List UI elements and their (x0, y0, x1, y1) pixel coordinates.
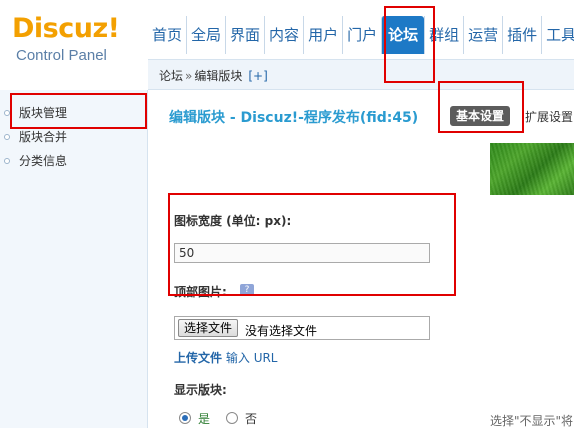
nav-item-content[interactable]: 内容 (264, 16, 303, 54)
sidebar-item-label: 版块合并 (19, 130, 68, 144)
upload-mode-links: 上传文件 输入 URL (174, 349, 278, 366)
nav-item-global[interactable]: 全局 (186, 16, 225, 54)
nav-item-plugins[interactable]: 插件 (502, 16, 541, 54)
nav-item-portal[interactable]: 门户 (342, 16, 381, 54)
breadcrumb-item-edit: 编辑版块 (194, 69, 243, 83)
file-status-text: 没有选择文件 (245, 324, 318, 338)
sidebar-item-forum-merge[interactable]: 版块合并 (0, 126, 148, 148)
sidebar-item-thread-types[interactable]: 分类信息 (0, 150, 148, 172)
highlight-tab-basic (438, 81, 524, 133)
tab-extended-settings[interactable]: 扩展设置 (525, 108, 573, 125)
file-upload-field[interactable]: 选择文件 没有选择文件 (174, 316, 430, 340)
add-shortcut-link[interactable]: [+] (248, 69, 267, 83)
sidebar-item-label: 分类信息 (19, 154, 68, 168)
breadcrumb-item-forum[interactable]: 论坛 (159, 69, 183, 83)
bullet-icon (4, 134, 10, 140)
choose-file-button[interactable]: 选择文件 (178, 319, 239, 337)
sidebar: 版块管理 版块合并 分类信息 (0, 90, 148, 428)
highlight-icon-width (168, 193, 456, 296)
highlight-nav-forum (384, 6, 435, 83)
show-forum-label: 显示版块: (174, 383, 227, 397)
header: Discuz! Control Panel 首页 全局 界面 内容 用户 门户 … (0, 0, 574, 64)
bullet-icon (4, 158, 10, 164)
input-url-link[interactable]: 输入 (226, 351, 250, 365)
top-nav: 首页 全局 界面 内容 用户 门户 论坛 群组 运营 插件 工具 (148, 16, 574, 54)
upload-file-link[interactable]: 上传文件 (174, 351, 222, 365)
breadcrumb-separator: » (185, 69, 193, 83)
breadcrumb: 论坛» 编辑版块 [+] (159, 67, 268, 84)
nav-item-users[interactable]: 用户 (303, 16, 342, 54)
radio-no[interactable] (226, 412, 238, 424)
logo[interactable]: Discuz! Control Panel (12, 12, 132, 64)
url-link[interactable]: URL (254, 351, 278, 365)
logo-text: Discuz! (12, 13, 120, 44)
page-title: 编辑版块 - Discuz!-程序发布(fid:45) (169, 110, 419, 126)
nav-item-tools[interactable]: 工具 (541, 16, 574, 54)
logo-subtitle: Control Panel (16, 47, 107, 64)
radio-yes[interactable] (179, 412, 191, 424)
highlight-sidebar-forum-manage (10, 93, 147, 129)
nav-item-operations[interactable]: 运营 (463, 16, 502, 54)
nav-item-interface[interactable]: 界面 (225, 16, 264, 54)
show-forum-hint: 选择"不显示"将 (490, 414, 574, 428)
radio-yes-label[interactable]: 是 (198, 410, 210, 427)
forum-banner-image (490, 143, 574, 195)
nav-item-home[interactable]: 首页 (148, 16, 186, 54)
radio-no-label[interactable]: 否 (245, 410, 257, 427)
